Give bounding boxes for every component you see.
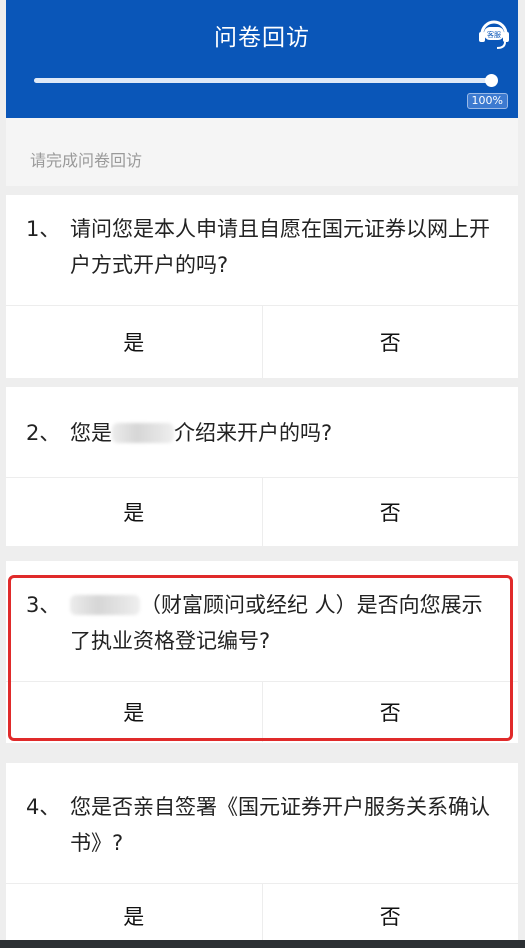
question-number: 3、 xyxy=(26,593,61,617)
question-card-1: 1、 请问您是本人申请且自愿在国元证券以网上开户方式开户的吗? 是 否 xyxy=(6,195,518,378)
question-body: （财富顾问或经纪 人）是否向您展示了执业资格登记编号? xyxy=(70,587,490,659)
question-card-4: 4、 您是否亲自签署《国元证券开户服务关系确认书》? 是 否 xyxy=(6,763,518,948)
question-body: 您是否亲自签署《国元证券开户服务关系确认书》? xyxy=(70,795,490,855)
answer-no-button[interactable]: 否 xyxy=(261,884,518,948)
service-label: 客服 xyxy=(487,30,501,39)
answer-row: 是 否 xyxy=(6,305,518,378)
answer-row: 是 否 xyxy=(6,883,518,948)
answer-yes-button[interactable]: 是 xyxy=(6,884,262,948)
subtitle-bar: 请完成问卷回访 xyxy=(6,118,518,186)
progress-thumb xyxy=(485,74,498,87)
question-card-3: 3、 （财富顾问或经纪 人）是否向您展示了执业资格登记编号? 是 否 xyxy=(6,561,518,743)
redacted-name xyxy=(70,595,140,615)
question-text-after: 介绍来开户的吗? xyxy=(174,421,333,445)
question-text-before: 您是 xyxy=(70,421,112,445)
answer-no-button[interactable]: 否 xyxy=(261,478,518,546)
question-text: 3、 （财富顾问或经纪 人）是否向您展示了执业资格登记编号? xyxy=(26,587,490,659)
question-text: 1、 请问您是本人申请且自愿在国元证券以网上开户方式开户的吗? xyxy=(26,211,490,283)
survey-instruction: 请完成问卷回访 xyxy=(30,151,143,170)
progress-bar xyxy=(34,74,498,87)
answer-no-button[interactable]: 否 xyxy=(261,306,518,378)
header: 问卷回访 客服 100% xyxy=(6,0,518,118)
answer-yes-button[interactable]: 是 xyxy=(6,478,262,546)
headset-icon: 客服 xyxy=(479,20,509,49)
question-body: 请问您是本人申请且自愿在国元证券以网上开户方式开户的吗? xyxy=(70,217,490,277)
answer-row: 是 否 xyxy=(6,477,518,546)
progress-label: 100% xyxy=(466,93,508,109)
answer-yes-button[interactable]: 是 xyxy=(6,682,262,742)
question-number: 4、 xyxy=(26,795,61,819)
question-body: 您是 介绍来开户的吗? xyxy=(70,415,490,451)
bottom-bar xyxy=(0,940,525,948)
redacted-name xyxy=(112,423,174,443)
progress-fill xyxy=(34,78,492,83)
question-number: 1、 xyxy=(26,217,61,241)
answer-no-button[interactable]: 否 xyxy=(261,682,518,742)
page-title: 问卷回访 xyxy=(214,25,310,51)
question-text: 2、 您是 介绍来开户的吗? xyxy=(26,415,490,451)
question-number: 2、 xyxy=(26,421,61,445)
customer-service-button[interactable]: 客服 xyxy=(474,12,514,54)
answer-yes-button[interactable]: 是 xyxy=(6,306,262,378)
question-text: 4、 您是否亲自签署《国元证券开户服务关系确认书》? xyxy=(26,789,490,861)
question-card-2: 2、 您是 介绍来开户的吗? 是 否 xyxy=(6,387,518,546)
answer-row: 是 否 xyxy=(6,681,518,742)
